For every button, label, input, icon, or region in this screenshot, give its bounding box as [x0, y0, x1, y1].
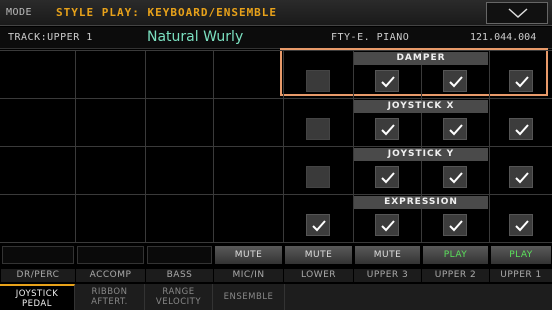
- tab-label-line1: ENSEMBLE: [223, 292, 274, 302]
- grid-col-line: [283, 50, 284, 242]
- channel-label: UPPER 2: [422, 269, 489, 282]
- checkbox-joystick-x-upper3[interactable]: [375, 118, 399, 140]
- check-icon: [515, 220, 529, 232]
- grid-col-line: [213, 50, 214, 242]
- check-icon: [381, 172, 395, 184]
- sound-number: 121.044.004: [470, 32, 537, 43]
- checkbox-expression-upper1[interactable]: [509, 214, 533, 236]
- grid-col-line: [75, 50, 76, 242]
- tab-label-line1: RANGE: [162, 287, 195, 297]
- checkbox-damper-upper3[interactable]: [375, 70, 399, 92]
- chevron-down-icon: [508, 8, 528, 19]
- check-icon: [515, 172, 529, 184]
- checkbox-joystick-y-upper2[interactable]: [443, 166, 467, 188]
- check-icon: [381, 124, 395, 136]
- grid-row-line: [0, 146, 552, 147]
- checkbox-damper-upper2[interactable]: [443, 70, 467, 92]
- channel-label: DR/PERC: [1, 269, 75, 282]
- grid-row-line: [0, 194, 552, 195]
- sound-name[interactable]: Natural Wurly: [147, 29, 243, 45]
- grid-col-line: [353, 50, 354, 242]
- channel-label: LOWER: [284, 269, 353, 282]
- channel-label: BASS: [146, 269, 213, 282]
- mute-button-upper-3[interactable]: MUTE: [355, 246, 420, 264]
- checkbox-joystick-x-upper1[interactable]: [509, 118, 533, 140]
- tab-ribbon[interactable]: RIBBON AFTERT.: [75, 284, 145, 310]
- mute-button-upper-2[interactable]: PLAY: [423, 246, 488, 264]
- grid-col-line: [145, 50, 146, 242]
- check-icon: [449, 124, 463, 136]
- checkbox-expression-upper2[interactable]: [443, 214, 467, 236]
- tab-label-line2: VELOCITY: [155, 297, 202, 307]
- checkbox-damper-lower[interactable]: [306, 70, 330, 92]
- mode-title: STYLE PLAY: KEYBOARD/ENSEMBLE: [56, 6, 278, 19]
- checkbox-damper-upper1[interactable]: [509, 70, 533, 92]
- check-icon: [515, 76, 529, 88]
- checkbox-joystick-x-lower[interactable]: [306, 118, 330, 140]
- tab-label-line2: AFTERT.: [91, 297, 128, 307]
- mute-button-upper-1[interactable]: PLAY: [491, 246, 551, 264]
- section-header: DAMPER: [354, 52, 488, 65]
- tab-bar-fill: [285, 284, 552, 310]
- checkbox-joystick-y-upper3[interactable]: [375, 166, 399, 188]
- grid-col-line: [489, 50, 490, 242]
- channel-label: MIC/IN: [214, 269, 283, 282]
- check-icon: [449, 172, 463, 184]
- checkbox-joystick-y-lower[interactable]: [306, 166, 330, 188]
- sound-bank: FTY-E. PIANO: [331, 32, 410, 43]
- mute-button-bass[interactable]: [147, 246, 212, 264]
- page-menu-button[interactable]: [486, 2, 548, 24]
- check-icon: [381, 76, 395, 88]
- mute-button-lower[interactable]: MUTE: [285, 246, 352, 264]
- tab-ensemble[interactable]: ENSEMBLE: [213, 284, 285, 310]
- checkbox-joystick-y-upper1[interactable]: [509, 166, 533, 188]
- section-header: EXPRESSION: [354, 196, 488, 209]
- section-header: JOYSTICK Y: [354, 148, 488, 161]
- mute-button-accomp[interactable]: [77, 246, 144, 264]
- tab-label-line1: JOYSTICK: [15, 289, 59, 299]
- checkbox-expression-lower[interactable]: [306, 214, 330, 236]
- tab-range[interactable]: RANGE VELOCITY: [145, 284, 213, 310]
- channel-label: UPPER 3: [354, 269, 421, 282]
- check-icon: [449, 220, 463, 232]
- mode-label: MODE: [6, 7, 33, 18]
- grid-col-line: [421, 50, 422, 242]
- channel-label: UPPER 1: [490, 269, 552, 282]
- mute-button-mic-in[interactable]: MUTE: [215, 246, 282, 264]
- tab-label-line1: RIBBON: [91, 287, 128, 297]
- tab-label-line2: PEDAL: [22, 299, 52, 309]
- channel-label: ACCOMP: [76, 269, 145, 282]
- checkbox-joystick-x-upper2[interactable]: [443, 118, 467, 140]
- grid-row-line: [0, 50, 552, 51]
- check-icon: [312, 220, 326, 232]
- tab-joystick[interactable]: JOYSTICK PEDAL: [0, 284, 75, 310]
- mute-button-dr-perc[interactable]: [2, 246, 74, 264]
- check-icon: [515, 124, 529, 136]
- section-header: JOYSTICK X: [354, 100, 488, 113]
- grid-row-line: [0, 98, 552, 99]
- checkbox-expression-upper3[interactable]: [375, 214, 399, 236]
- check-icon: [449, 76, 463, 88]
- grid-row-line: [0, 242, 552, 243]
- track-label: TRACK:UPPER 1: [8, 32, 93, 43]
- check-icon: [381, 220, 395, 232]
